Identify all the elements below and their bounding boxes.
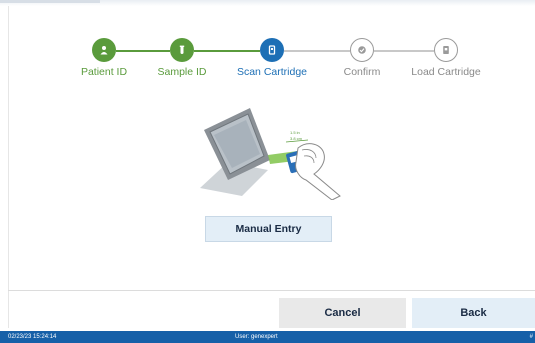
step-circle [260, 38, 284, 62]
sample-tube-icon [179, 45, 185, 54]
status-flag: # [529, 334, 533, 340]
distance-label-inches: 1.5 in [290, 130, 300, 135]
cancel-button[interactable]: Cancel [279, 298, 406, 328]
workflow-stepper: Patient ID Sample ID Scan Cartridge Conf… [0, 0, 535, 90]
footer-divider [8, 290, 535, 291]
cartridge-load-icon [443, 46, 449, 54]
manual-entry-button[interactable]: Manual Entry [205, 216, 332, 242]
step-circle [92, 38, 116, 62]
distance-label-cm: 3.8 cm [290, 136, 303, 141]
cartridge-icon [268, 45, 276, 55]
step-circle [170, 38, 194, 62]
check-icon [358, 46, 366, 54]
step-label: Load Cartridge [411, 66, 481, 78]
step-circle [350, 38, 374, 62]
step-circle [434, 38, 458, 62]
status-datetime: 02/23/23 15:24:14 [8, 334, 57, 340]
scanner-with-cartridge-illustration: 1.5 in 3.8 cm [200, 108, 341, 200]
person-icon [100, 46, 108, 55]
status-bar: 02/23/23 15:24:14 User: genexpert # [0, 331, 535, 343]
status-user: User: genexpert [235, 334, 278, 340]
back-button[interactable]: Back [412, 298, 535, 328]
step-load-cartridge: Load Cartridge [391, 38, 501, 78]
